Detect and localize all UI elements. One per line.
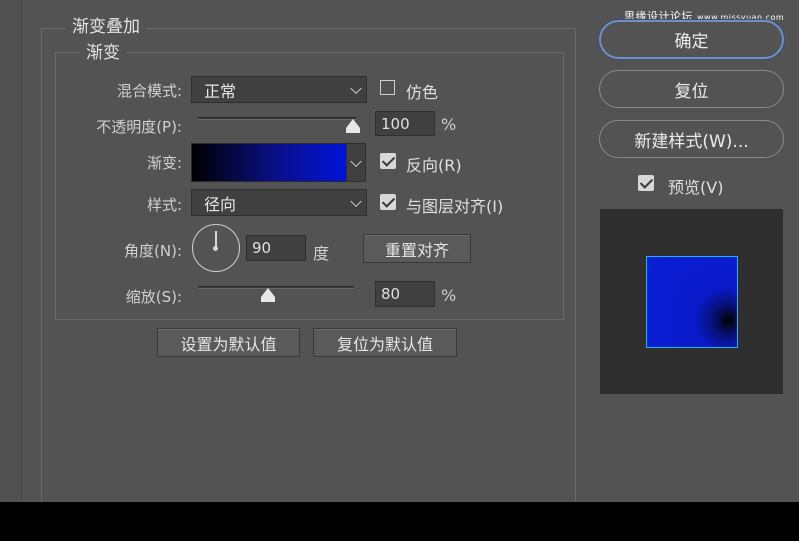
scale-slider-thumb[interactable] <box>261 288 275 302</box>
angle-input[interactable]: 90 <box>246 235 306 261</box>
reset-alignment-button[interactable]: 重置对齐 <box>363 234 471 263</box>
opacity-slider-track[interactable] <box>198 117 356 120</box>
chevron-down-icon <box>350 82 362 94</box>
chevron-down-icon <box>350 155 362 167</box>
left-panel-edge <box>0 0 22 502</box>
blend-mode-value: 正常 <box>204 81 237 101</box>
reset-default-button[interactable]: 复位为默认值 <box>313 328 457 357</box>
angle-unit: 度 <box>313 244 330 263</box>
bottom-black-bar <box>0 502 799 541</box>
ok-button[interactable]: 确定 <box>599 20 784 59</box>
scale-slider-track[interactable] <box>198 286 354 289</box>
gradient-swatch[interactable] <box>191 143 347 182</box>
scale-unit: % <box>441 286 457 305</box>
reverse-label: 反向(R) <box>406 156 462 175</box>
set-default-button[interactable]: 设置为默认值 <box>157 328 300 357</box>
style-label: 样式: <box>146 196 182 214</box>
angle-value: 90 <box>252 239 272 257</box>
dither-label: 仿色 <box>406 83 439 102</box>
blend-mode-select[interactable]: 正常 <box>191 76 367 103</box>
scale-value: 80 <box>381 285 401 303</box>
opacity-value: 100 <box>381 114 410 133</box>
chevron-down-icon <box>350 195 362 207</box>
preview-thumbnail <box>646 256 738 348</box>
align-with-layer-checkbox[interactable] <box>380 194 396 210</box>
new-style-button[interactable]: 新建样式(W)... <box>599 120 784 158</box>
gradient-overlay-title: 渐变叠加 <box>66 12 146 37</box>
style-value: 径向 <box>204 194 237 214</box>
style-select[interactable]: 径向 <box>191 189 367 216</box>
preview-checkbox[interactable] <box>638 175 654 191</box>
opacity-unit: % <box>441 115 457 134</box>
gradient-label: 渐变: <box>146 154 182 172</box>
dial-center <box>213 246 218 251</box>
scale-label: 缩放(S): <box>125 288 182 306</box>
gradient-group-title: 渐变 <box>80 38 126 63</box>
reset-button[interactable]: 复位 <box>599 70 784 108</box>
scale-input[interactable]: 80 <box>375 281 435 307</box>
preview-label: 预览(V) <box>668 178 724 197</box>
dither-checkbox[interactable] <box>380 80 395 95</box>
blend-mode-label: 混合模式: <box>116 82 182 100</box>
opacity-slider-thumb[interactable] <box>346 119 360 133</box>
gradient-dropdown[interactable] <box>346 143 366 182</box>
align-with-layer-label: 与图层对齐(I) <box>406 197 504 216</box>
opacity-input[interactable]: 100 <box>375 111 435 136</box>
reverse-checkbox[interactable] <box>380 153 396 169</box>
angle-label: 角度(N): <box>124 242 182 260</box>
angle-dial[interactable] <box>192 224 240 272</box>
opacity-label: 不透明度(P): <box>96 118 182 136</box>
